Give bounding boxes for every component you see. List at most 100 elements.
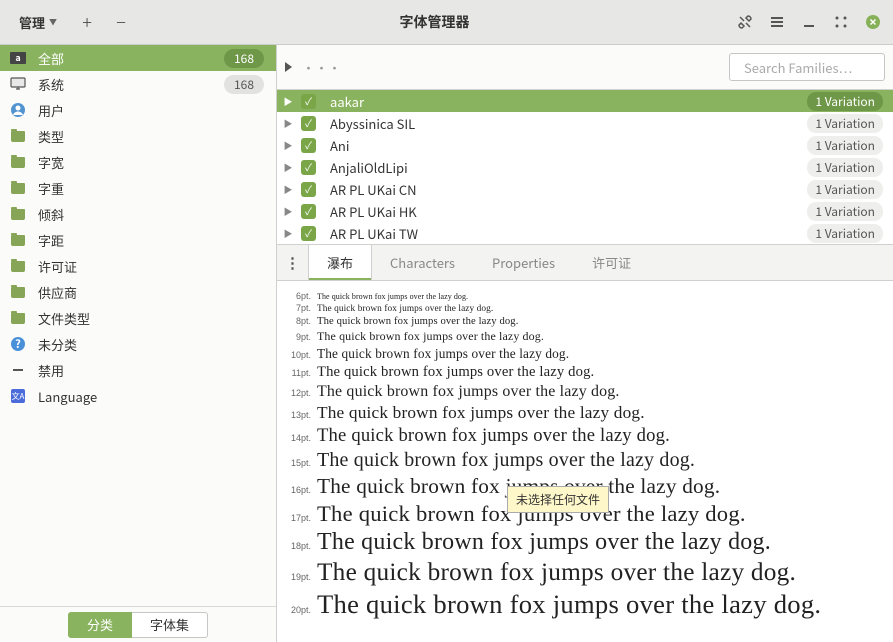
sidebar-item-8[interactable]: 许可证 xyxy=(0,253,276,279)
preview-text: The quick brown fox jumps over the lazy … xyxy=(317,364,594,381)
tab-collections[interactable]: 字体集 xyxy=(132,612,208,638)
sidebar-item-0[interactable]: a全部168 xyxy=(0,45,276,71)
nav-forward-icon[interactable] xyxy=(285,62,292,72)
preview-text: The quick brown fox jumps over the lazy … xyxy=(317,558,796,587)
sidebar-item-10[interactable]: 文件类型 xyxy=(0,305,276,331)
sidebar-item-9[interactable]: 供应商 xyxy=(0,279,276,305)
sidebar-icon: ? xyxy=(10,336,26,352)
tab-properties[interactable]: Properties xyxy=(474,245,574,280)
close-button[interactable] xyxy=(859,8,887,36)
breadcrumb-sep: ··· xyxy=(302,58,341,77)
minimize-button[interactable] xyxy=(795,8,823,36)
tools-icon xyxy=(737,14,753,30)
preview-size-label: 18pt. xyxy=(277,541,311,551)
sidebar-count: 168 xyxy=(224,75,264,94)
sidebar-label: 供应商 xyxy=(38,283,264,302)
preview-text: The quick brown fox jumps over the lazy … xyxy=(317,383,620,401)
sidebar-item-12[interactable]: 禁用 xyxy=(0,357,276,383)
font-checkbox[interactable]: ✓ xyxy=(301,182,316,197)
tools-button[interactable] xyxy=(731,8,759,36)
sidebar-item-4[interactable]: 字宽 xyxy=(0,149,276,175)
content-area: ··· ▶✓aakar1 Variation▶✓Abyssinica SIL1 … xyxy=(277,45,893,642)
sidebar-label: 类型 xyxy=(38,127,264,146)
window-title: 字体管理器 xyxy=(138,12,731,32)
tab-license[interactable]: 许可证 xyxy=(574,245,650,280)
sidebar-item-2[interactable]: 用户 xyxy=(0,97,276,123)
font-checkbox[interactable]: ✓ xyxy=(301,160,316,175)
font-list: ▶✓aakar1 Variation▶✓Abyssinica SIL1 Vari… xyxy=(277,90,893,244)
preview-line: 9pt. The quick brown fox jumps over the l… xyxy=(277,329,885,344)
font-row[interactable]: ▶✓AR PL UKai TW1 Variation xyxy=(277,222,893,244)
preview-text: The quick brown fox jumps over the lazy … xyxy=(317,449,695,472)
tab-waterfall[interactable]: 瀑布 xyxy=(309,245,372,280)
preview-size-label: 12pt. xyxy=(277,388,311,398)
sidebar-label: 字距 xyxy=(38,231,264,250)
sidebar-icon xyxy=(10,131,26,142)
sidebar-item-1[interactable]: 系统168 xyxy=(0,71,276,97)
font-checkbox[interactable]: ✓ xyxy=(301,138,316,153)
hamburger-button[interactable] xyxy=(763,8,791,36)
font-row[interactable]: ▶✓aakar1 Variation xyxy=(277,90,893,112)
preview-size-label: 9pt. xyxy=(277,332,311,342)
expand-arrow-icon[interactable]: ▶ xyxy=(283,205,293,218)
expand-arrow-icon[interactable]: ▶ xyxy=(283,95,293,108)
tab-categories[interactable]: 分类 xyxy=(68,612,132,638)
sidebar: a全部168系统168用户类型字宽字重倾斜字距许可证供应商文件类型?未分类禁用文… xyxy=(0,45,277,642)
font-name: AR PL UKai HK xyxy=(330,202,799,221)
titlebar: 管理 ▼ + − 字体管理器 xyxy=(0,0,893,45)
search-input[interactable] xyxy=(744,58,889,77)
sidebar-label: Language xyxy=(38,387,264,406)
close-icon xyxy=(865,14,881,30)
tab-characters[interactable]: Characters xyxy=(372,245,474,280)
font-variation-badge: 1 Variation xyxy=(807,114,883,133)
preview-text: The quick brown fox jumps over the lazy … xyxy=(317,589,821,620)
tooltip: 未选择任何文件 xyxy=(507,486,609,513)
font-variation-badge: 1 Variation xyxy=(807,136,883,155)
maximize-button[interactable] xyxy=(827,8,855,36)
sidebar-item-11[interactable]: ?未分类 xyxy=(0,331,276,357)
font-row[interactable]: ▶✓Abyssinica SIL1 Variation xyxy=(277,112,893,134)
font-checkbox[interactable]: ✓ xyxy=(301,204,316,219)
font-row[interactable]: ▶✓AnjaliOldLipi1 Variation xyxy=(277,156,893,178)
remove-button[interactable]: − xyxy=(104,8,138,36)
font-checkbox[interactable]: ✓ xyxy=(301,94,316,109)
preview-line: 6pt.The quick brown fox jumps over the l… xyxy=(277,291,885,301)
preview-text: The quick brown fox jumps over the lazy … xyxy=(317,329,544,344)
font-variation-badge: 1 Variation xyxy=(807,224,883,243)
font-variation-badge: 1 Variation xyxy=(807,92,883,111)
sidebar-item-13[interactable]: 文ALanguage xyxy=(0,383,276,409)
preview-line: 8pt.The quick brown fox jumps over the l… xyxy=(277,316,885,327)
sidebar-item-6[interactable]: 倾斜 xyxy=(0,201,276,227)
search-box[interactable] xyxy=(729,53,885,81)
expand-arrow-icon[interactable]: ▶ xyxy=(283,183,293,196)
plus-icon: + xyxy=(82,9,92,35)
preview-text: The quick brown fox jumps over the lazy … xyxy=(317,316,519,327)
expand-arrow-icon[interactable]: ▶ xyxy=(283,117,293,130)
add-button[interactable]: + xyxy=(70,8,104,36)
manage-menu-button[interactable]: 管理 ▼ xyxy=(6,8,70,36)
font-checkbox[interactable]: ✓ xyxy=(301,226,316,241)
maximize-icon xyxy=(833,14,849,30)
font-row[interactable]: ▶✓AR PL UKai HK1 Variation xyxy=(277,200,893,222)
preview-line: 14pt.The quick brown fox jumps over the … xyxy=(277,425,885,447)
expand-arrow-icon[interactable]: ▶ xyxy=(283,227,293,240)
sidebar-icon xyxy=(10,287,26,298)
font-row[interactable]: ▶✓Ani1 Variation xyxy=(277,134,893,156)
sidebar-item-3[interactable]: 类型 xyxy=(0,123,276,149)
preview-size-label: 16pt. xyxy=(277,485,311,495)
hamburger-icon xyxy=(769,14,785,30)
font-checkbox[interactable]: ✓ xyxy=(301,116,316,131)
font-row[interactable]: ▶✓AR PL UKai CN1 Variation xyxy=(277,178,893,200)
preview-line: 11pt.The quick brown fox jumps over the … xyxy=(277,364,885,381)
sidebar-item-5[interactable]: 字重 xyxy=(0,175,276,201)
sidebar-icon xyxy=(10,183,26,194)
preview-line: 13pt.The quick brown fox jumps over the … xyxy=(277,403,885,423)
sidebar-item-7[interactable]: 字距 xyxy=(0,227,276,253)
manage-label: 管理 xyxy=(19,13,45,32)
sidebar-icon xyxy=(10,102,26,118)
expand-arrow-icon[interactable]: ▶ xyxy=(283,139,293,152)
sidebar-label: 全部 xyxy=(38,49,212,68)
preview-menu-button[interactable]: ⋮ xyxy=(277,245,309,280)
expand-arrow-icon[interactable]: ▶ xyxy=(283,161,293,174)
preview-text: The quick brown fox jumps over the lazy … xyxy=(317,529,771,556)
